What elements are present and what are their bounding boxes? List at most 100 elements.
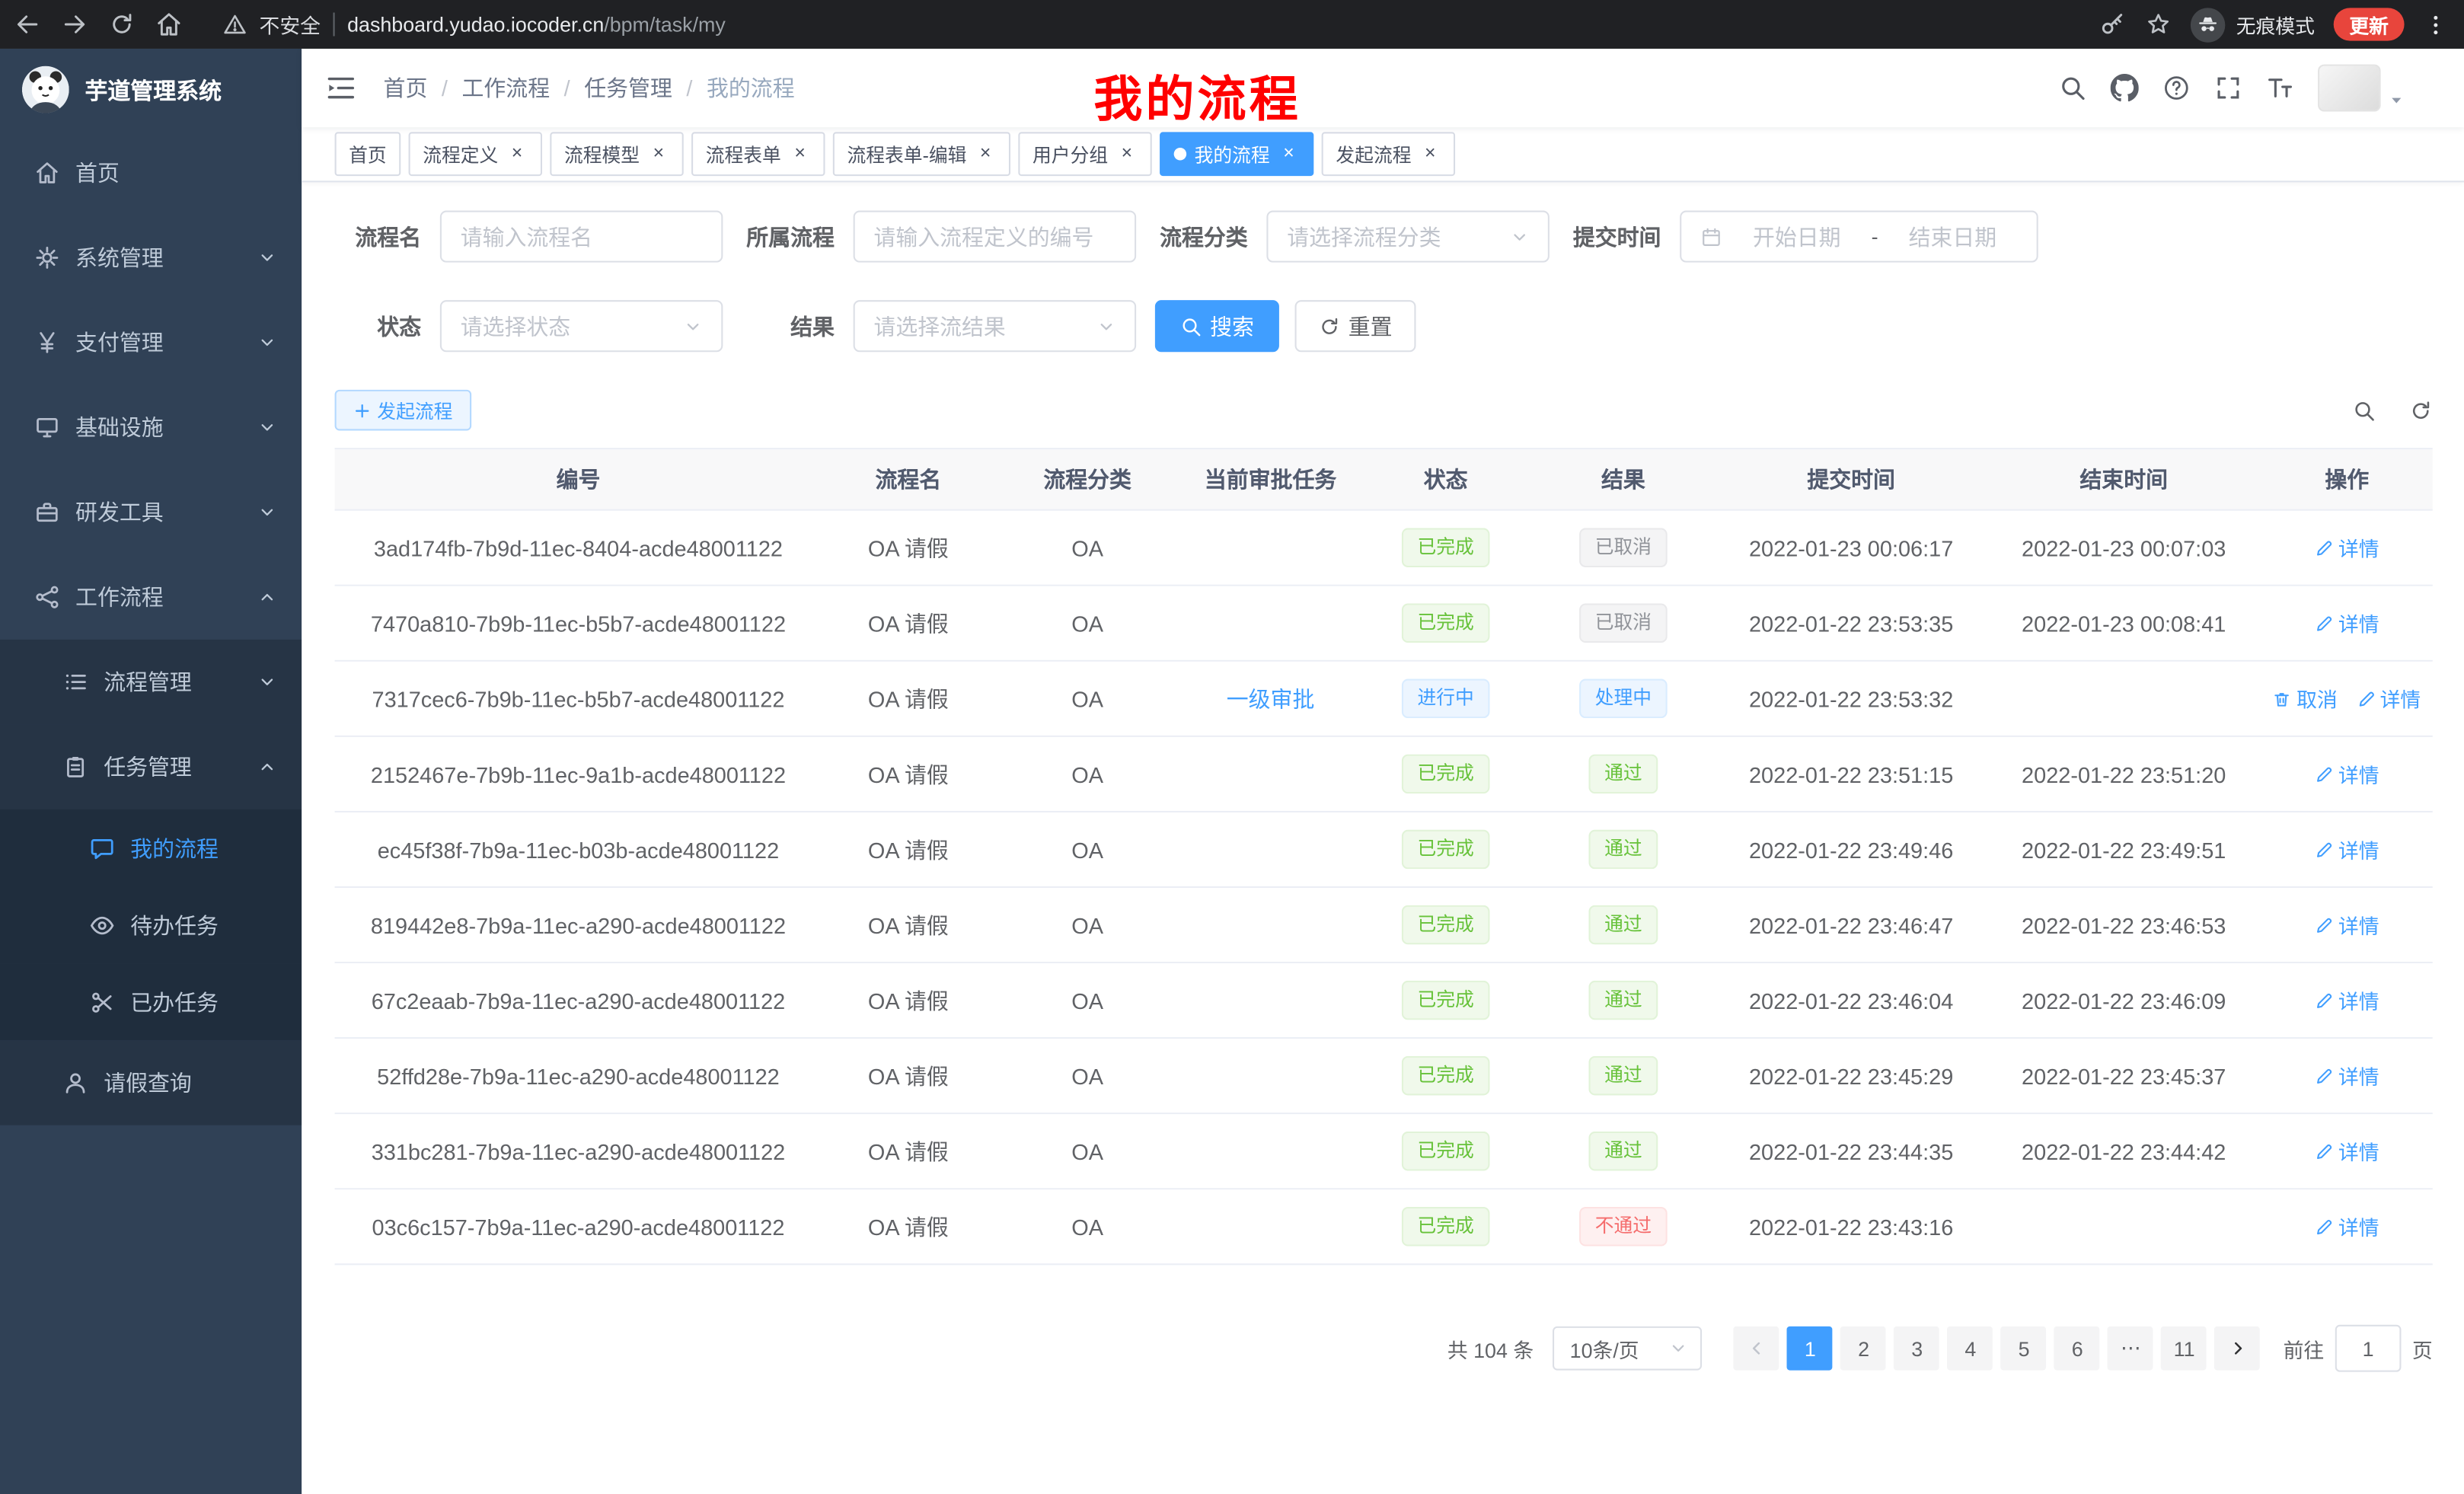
- result-select[interactable]: 请选择流结果: [854, 300, 1136, 352]
- toggle-search-icon[interactable]: [2352, 398, 2376, 422]
- detail-action[interactable]: 详情: [2315, 1061, 2379, 1090]
- close-icon[interactable]: ×: [789, 143, 811, 165]
- close-icon[interactable]: ×: [506, 143, 528, 165]
- breadcrumb-item[interactable]: 工作流程: [462, 72, 551, 104]
- app-logo[interactable]: 芋道管理系统: [0, 49, 302, 130]
- github-icon[interactable]: [2111, 74, 2139, 102]
- sidebar-item-system[interactable]: 系统管理: [0, 215, 302, 300]
- tab-process-definition[interactable]: 流程定义×: [409, 132, 542, 176]
- header-search-icon[interactable]: [2059, 74, 2087, 102]
- caret-down-icon: [2389, 93, 2405, 109]
- browser-back-icon[interactable]: [14, 11, 41, 37]
- password-manager-icon[interactable]: [2099, 11, 2126, 37]
- goto-suffix: 页: [2412, 1333, 2433, 1363]
- chevron-up-icon: [257, 758, 276, 777]
- detail-action[interactable]: 详情: [2315, 1211, 2379, 1241]
- active-dot: [1174, 148, 1187, 161]
- font-size-icon[interactable]: [2266, 74, 2294, 102]
- sidebar-item-process-mgmt[interactable]: 流程管理: [0, 640, 302, 724]
- sidebar-item-done-task[interactable]: 已办任务: [0, 963, 302, 1040]
- list-icon: [63, 669, 88, 694]
- workflow-icon: [34, 585, 59, 610]
- incognito-profile-chip[interactable]: 无痕模式: [2191, 7, 2315, 41]
- delete-icon: [2273, 689, 2292, 708]
- category-select[interactable]: 请选择流程分类: [1266, 211, 1549, 263]
- create-process-button[interactable]: 发起流程: [335, 390, 472, 431]
- breadcrumb-item: 我的流程: [707, 72, 795, 104]
- next-page-button[interactable]: [2215, 1326, 2261, 1371]
- sidebar-item-task-mgmt[interactable]: 任务管理: [0, 724, 302, 809]
- sidebar-item-home[interactable]: 首页: [0, 130, 302, 215]
- reset-button[interactable]: 重置: [1295, 300, 1416, 352]
- detail-action[interactable]: 详情: [2357, 684, 2421, 713]
- table-row: 7317cec6-7b9b-11ec-b5b7-acde48001122OA 请…: [335, 662, 2433, 737]
- process-name-input[interactable]: 请输入流程名: [440, 211, 723, 263]
- refresh-table-icon[interactable]: [2409, 398, 2433, 422]
- tab-process-model[interactable]: 流程模型×: [550, 132, 683, 176]
- tab-my-process[interactable]: 我的流程×: [1160, 132, 1313, 176]
- update-button[interactable]: 更新: [2334, 8, 2405, 40]
- page-title-annotation: 我的流程: [1093, 59, 1301, 130]
- chevron-down-icon: [1510, 227, 1529, 246]
- browser-refresh-icon[interactable]: [108, 11, 135, 37]
- page-button-3[interactable]: 3: [1894, 1326, 1940, 1371]
- browser-menu-icon[interactable]: [2423, 11, 2448, 37]
- status-select[interactable]: 请选择状态: [440, 300, 723, 352]
- tab-home[interactable]: 首页: [335, 132, 401, 176]
- browser-forward-icon[interactable]: [61, 11, 88, 37]
- tab-process-form[interactable]: 流程表单×: [691, 132, 825, 176]
- sidebar-item-leave-query[interactable]: 请假查询: [0, 1040, 302, 1125]
- tab-process-form-edit[interactable]: 流程表单-编辑×: [833, 132, 1010, 176]
- page-button-6[interactable]: 6: [2054, 1326, 2100, 1371]
- close-icon[interactable]: ×: [975, 143, 997, 165]
- screen: 不安全 dashboard.yudao.iocoder.cn/bpm/task/…: [0, 0, 2464, 1494]
- close-icon[interactable]: ×: [647, 143, 669, 165]
- sidebar-item-infra[interactable]: 基础设施: [0, 385, 302, 470]
- search-button[interactable]: 搜索: [1155, 300, 1279, 352]
- close-icon[interactable]: ×: [1419, 143, 1441, 165]
- submit-time-range-input[interactable]: 开始日期 - 结束日期: [1680, 211, 2038, 263]
- hamburger-icon[interactable]: [325, 72, 356, 104]
- sidebar-item-payment[interactable]: 支付管理: [0, 300, 302, 385]
- breadcrumb-item[interactable]: 任务管理: [584, 72, 672, 104]
- current-task-link[interactable]: 一级审批: [1227, 686, 1315, 711]
- goto-page-input[interactable]: 1: [2335, 1325, 2402, 1372]
- address-bar[interactable]: 不安全 dashboard.yudao.iocoder.cn/bpm/task/…: [223, 9, 726, 39]
- detail-action[interactable]: 详情: [2315, 759, 2379, 789]
- help-icon[interactable]: [2162, 74, 2191, 102]
- user-avatar-menu[interactable]: [2318, 65, 2405, 112]
- sidebar-item-my-process[interactable]: 我的流程: [0, 809, 302, 886]
- detail-action[interactable]: 详情: [2315, 608, 2379, 638]
- browser-home-icon[interactable]: [155, 11, 182, 37]
- breadcrumb-item[interactable]: 首页: [384, 72, 428, 104]
- page-content: 流程名 请输入流程名 所属流程 请输入流程定义的编号 流程分类: [302, 182, 2464, 1494]
- chevron-down-icon: [1669, 1339, 1688, 1358]
- detail-action[interactable]: 详情: [2315, 985, 2379, 1015]
- chevron-up-icon: [257, 588, 276, 607]
- detail-action[interactable]: 详情: [2315, 533, 2379, 563]
- page-size-select[interactable]: 10条/页: [1553, 1326, 1702, 1371]
- fullscreen-icon[interactable]: [2214, 74, 2242, 102]
- bookmark-star-icon[interactable]: [2145, 11, 2172, 37]
- cancel-action[interactable]: 取消: [2273, 684, 2338, 713]
- sidebar-item-dev-tools[interactable]: 研发工具: [0, 470, 302, 554]
- page-button-4[interactable]: 4: [1948, 1326, 1993, 1371]
- chevron-down-icon: [1097, 317, 1116, 336]
- sidebar-item-workflow[interactable]: 工作流程: [0, 555, 302, 640]
- detail-action[interactable]: 详情: [2315, 910, 2379, 940]
- process-definition-input[interactable]: 请输入流程定义的编号: [854, 211, 1136, 263]
- close-icon[interactable]: ×: [1278, 143, 1300, 165]
- page-button-11[interactable]: 11: [2162, 1326, 2207, 1371]
- page-ellipsis[interactable]: ⋯: [2108, 1326, 2153, 1371]
- close-icon[interactable]: ×: [1116, 143, 1138, 165]
- detail-action[interactable]: 详情: [2315, 835, 2379, 864]
- page-button-5[interactable]: 5: [2001, 1326, 2047, 1371]
- detail-action[interactable]: 详情: [2315, 1136, 2379, 1166]
- page-button-2[interactable]: 2: [1841, 1326, 1887, 1371]
- edit-icon: [2315, 614, 2334, 633]
- page-button-1[interactable]: 1: [1787, 1326, 1833, 1371]
- tab-user-group[interactable]: 用户分组×: [1018, 132, 1151, 176]
- sidebar-item-todo-task[interactable]: 待办任务: [0, 886, 302, 963]
- tab-create-process[interactable]: 发起流程×: [1322, 132, 1455, 176]
- prev-page-button[interactable]: [1734, 1326, 1779, 1371]
